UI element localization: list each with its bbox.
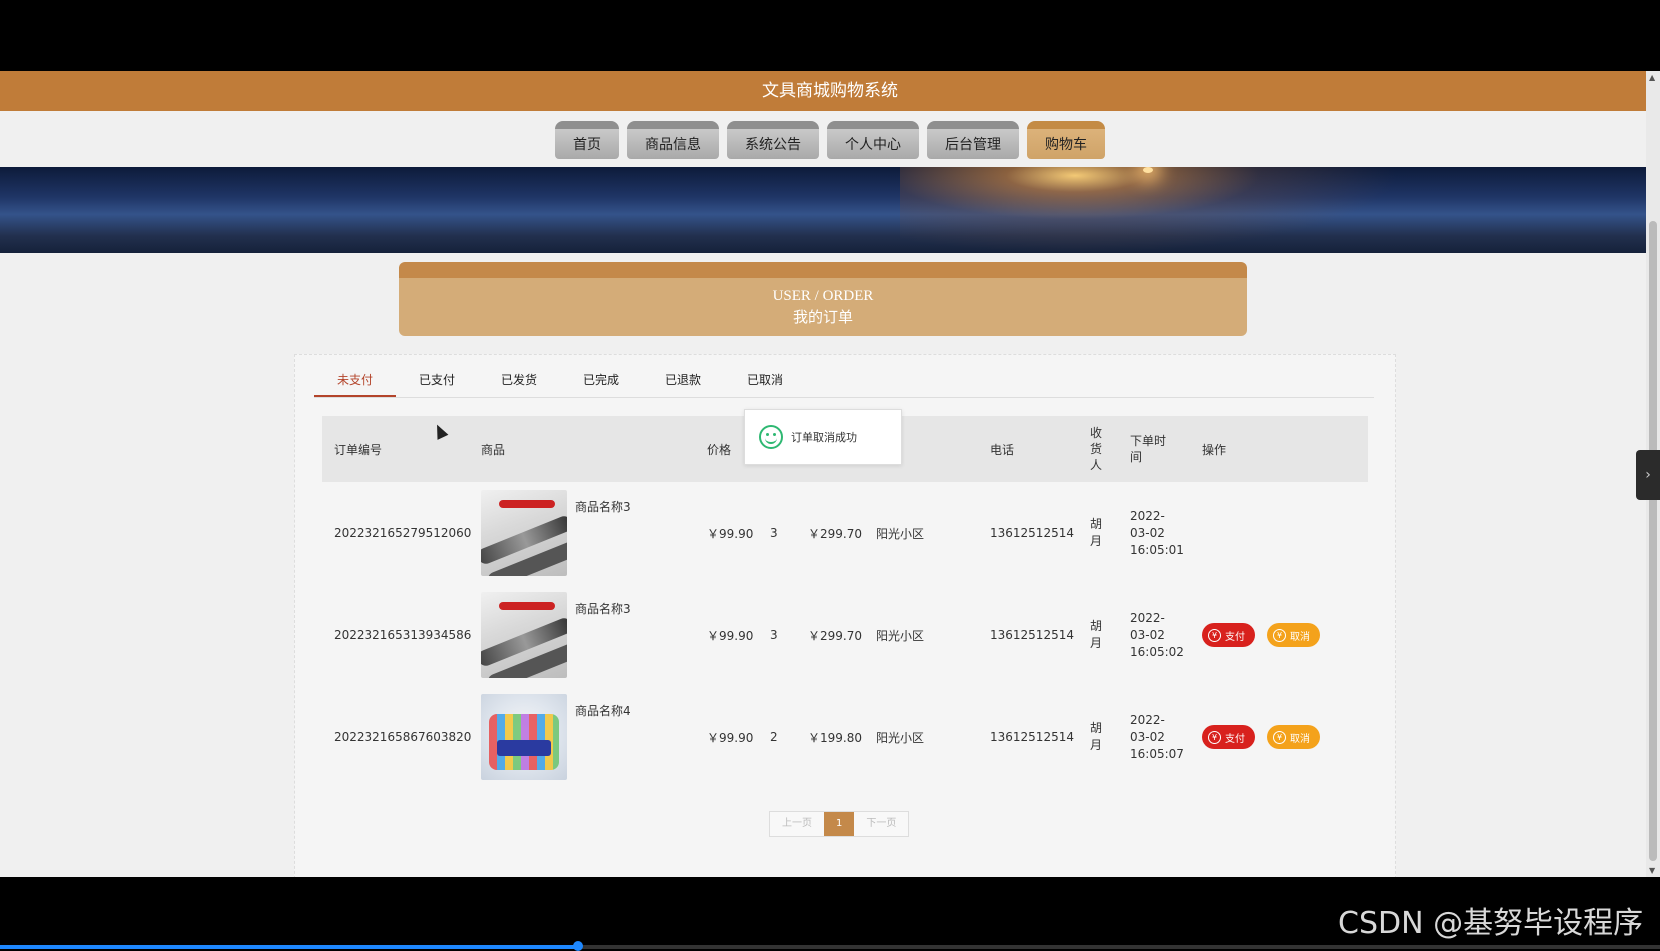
main-nav: 首页 商品信息 系统公告 个人中心 后台管理 购物车 (0, 111, 1660, 167)
order-no: 202232165313934586 (334, 628, 472, 642)
th-receiver: 收货人 (1090, 426, 1103, 472)
th-phone: 电话 (990, 442, 1015, 457)
cancel-button[interactable]: ¥ 取消 (1267, 623, 1320, 647)
total: ￥299.70 (808, 628, 862, 643)
cancel-label: 取消 (1290, 733, 1310, 745)
total: ￥199.80 (808, 730, 862, 745)
browser-viewport: 文具商城购物系统 首页 商品信息 系统公告 个人中心 后台管理 购物车 USER… (0, 71, 1660, 877)
success-toast: 订单取消成功 (744, 409, 902, 465)
pay-button[interactable]: ¥ 支付 (1202, 725, 1255, 749)
address: 阳光小区 (876, 628, 925, 643)
scroll-thumb[interactable] (1649, 221, 1657, 861)
goods-thumbnail[interactable] (481, 694, 567, 780)
row-actions: ¥ 支付 ¥ 取消 (1202, 584, 1320, 686)
nav-admin[interactable]: 后台管理 (927, 121, 1019, 159)
order-time: 2022- 03-02 16:05:07 (1130, 712, 1184, 761)
order-time: 2022- 03-02 16:05:01 (1130, 508, 1184, 557)
orders-table: 订单编号 商品 价格 地址 电话 收货人 下单时间 操作 20223216527… (322, 416, 1368, 788)
toast-message: 订单取消成功 (791, 431, 857, 444)
tab-shipped[interactable]: 已发货 (478, 365, 560, 397)
site-title: 文具商城购物系统 (0, 71, 1660, 111)
nav-cart[interactable]: 购物车 (1027, 121, 1105, 159)
address: 阳光小区 (876, 730, 925, 745)
banner-image (0, 167, 1660, 253)
th-ops: 操作 (1202, 442, 1227, 457)
table-row: 202232165279512060 商品名称3 ￥99.90 3 ￥299.7… (322, 482, 1368, 584)
receiver: 胡月 (1090, 619, 1103, 650)
scroll-down-icon[interactable]: ▼ (1649, 866, 1655, 875)
th-order-no: 订单编号 (334, 442, 383, 457)
tab-completed[interactable]: 已完成 (560, 365, 642, 397)
section-title-en: USER / ORDER (772, 288, 874, 304)
price: ￥99.90 (707, 628, 754, 643)
receiver: 胡月 (1090, 517, 1103, 548)
cancel-button[interactable]: ¥ 取消 (1267, 725, 1320, 749)
yen-icon: ¥ (1273, 730, 1286, 744)
pay-label: 支付 (1225, 631, 1245, 643)
goods-thumbnail[interactable] (481, 592, 567, 678)
pay-label: 支付 (1225, 733, 1245, 745)
goods-name[interactable]: 商品名称3 (575, 592, 631, 617)
nav-announcements[interactable]: 系统公告 (727, 121, 819, 159)
th-goods: 商品 (481, 442, 506, 457)
nav-user-center[interactable]: 个人中心 (827, 121, 919, 159)
address: 阳光小区 (876, 526, 925, 541)
price: ￥99.90 (707, 526, 754, 541)
scroll-up-icon[interactable]: ▲ (1649, 73, 1655, 82)
cancel-label: 取消 (1290, 631, 1310, 643)
chevron-right-icon[interactable]: › (1636, 450, 1660, 500)
table-row: 202232165313934586 商品名称3 ￥99.90 3 ￥299.7… (322, 584, 1368, 686)
next-page-button[interactable]: 下一页 (854, 812, 909, 836)
goods-name[interactable]: 商品名称4 (575, 694, 631, 719)
phone: 13612512514 (990, 730, 1074, 744)
table-row: 202232165867603820 商品名称4 ￥99.90 2 ￥199.8… (322, 686, 1368, 788)
phone: 13612512514 (990, 526, 1074, 540)
video-progress-fill (0, 945, 578, 949)
quantity: 2 (770, 730, 778, 744)
tab-cancelled[interactable]: 已取消 (724, 365, 806, 397)
tab-unpaid[interactable]: 未支付 (314, 365, 396, 397)
order-no: 202232165279512060 (334, 526, 472, 540)
tab-refunded[interactable]: 已退款 (642, 365, 724, 397)
pagination: 上一页 1 下一页 (769, 811, 910, 837)
goods-cell: 商品名称4 (481, 686, 701, 788)
row-actions: ¥ 支付 ¥ 取消 (1202, 686, 1320, 788)
quantity: 3 (770, 526, 778, 540)
yen-icon: ¥ (1273, 628, 1286, 642)
total: ￥299.70 (808, 526, 862, 541)
th-price: 价格 (707, 442, 732, 457)
tab-paid[interactable]: 已支付 (396, 365, 478, 397)
nav-home[interactable]: 首页 (555, 121, 619, 159)
order-status-tabs: 未支付 已支付 已发货 已完成 已退款 已取消 (314, 365, 1374, 398)
price: ￥99.90 (707, 730, 754, 745)
section-title: USER / ORDER 我的订单 (399, 262, 1247, 336)
order-time: 2022- 03-02 16:05:02 (1130, 610, 1184, 659)
quantity: 3 (770, 628, 778, 642)
watermark: CSDN @基努毕设程序 (1338, 906, 1644, 941)
section-title-cn: 我的订单 (792, 308, 853, 326)
order-no: 202232165867603820 (334, 730, 472, 744)
yen-icon: ¥ (1208, 730, 1221, 744)
goods-cell: 商品名称3 (481, 482, 701, 584)
goods-cell: 商品名称3 (481, 584, 701, 686)
goods-thumbnail[interactable] (481, 490, 567, 576)
smile-icon (759, 425, 783, 449)
pay-button[interactable]: ¥ 支付 (1202, 623, 1255, 647)
phone: 13612512514 (990, 628, 1074, 642)
receiver: 胡月 (1090, 721, 1103, 752)
goods-name[interactable]: 商品名称3 (575, 490, 631, 515)
th-time: 下单时间 (1130, 434, 1167, 464)
page-1-button[interactable]: 1 (824, 812, 855, 836)
prev-page-button[interactable]: 上一页 (770, 812, 824, 836)
nav-goods[interactable]: 商品信息 (627, 121, 719, 159)
yen-icon: ¥ (1208, 628, 1221, 642)
video-progress-bar[interactable] (0, 941, 1660, 951)
